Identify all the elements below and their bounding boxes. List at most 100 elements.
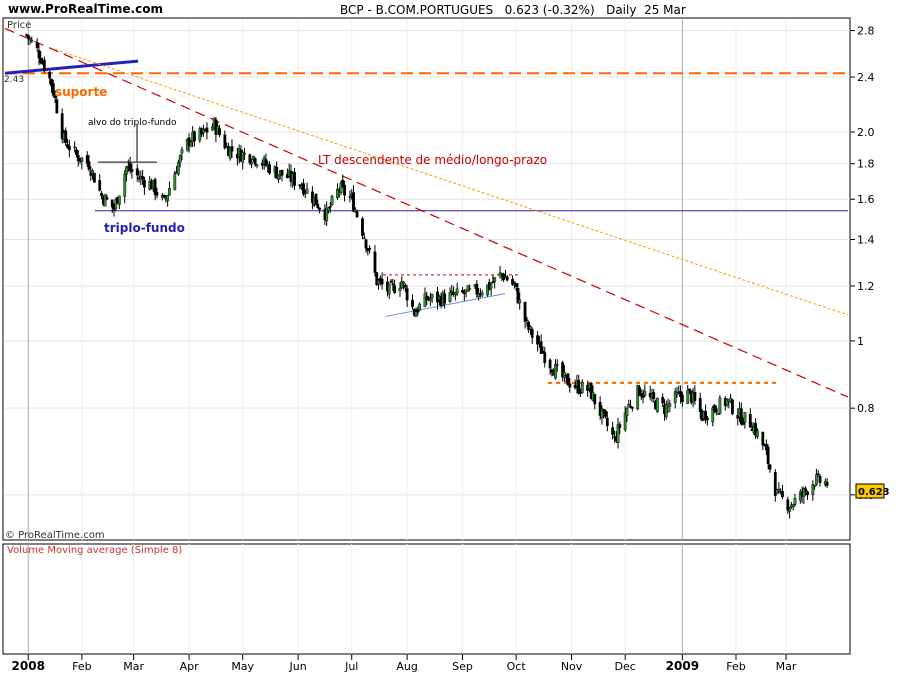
candle-up xyxy=(30,40,34,42)
candle-down xyxy=(523,302,527,322)
candle-up xyxy=(756,430,759,437)
candle-down xyxy=(318,207,321,210)
candle-down xyxy=(135,168,139,176)
candle-up xyxy=(518,299,522,304)
candle-down xyxy=(100,192,103,196)
candle-up xyxy=(178,155,182,163)
candle-down xyxy=(380,278,384,285)
candle-down xyxy=(193,131,196,142)
candle-down xyxy=(348,196,352,198)
candle-down xyxy=(205,127,209,133)
candle-up xyxy=(28,38,32,40)
copyright: © ProRealTime.com xyxy=(5,530,105,541)
candle-down xyxy=(514,282,518,287)
candle-up xyxy=(117,195,121,205)
candle-up xyxy=(493,277,497,282)
candle-down xyxy=(67,145,71,151)
candle-down xyxy=(618,424,622,428)
candle-down xyxy=(105,197,109,200)
candle-down xyxy=(253,158,257,165)
candle-down xyxy=(705,418,709,420)
candle-up xyxy=(716,413,720,415)
x-tick-label: 2008 xyxy=(12,659,45,673)
candle-down xyxy=(804,488,808,492)
candle-up xyxy=(686,390,690,405)
candle-down xyxy=(64,130,68,144)
candle-up xyxy=(580,381,584,394)
candle-down xyxy=(268,164,271,174)
x-tick-label: Feb xyxy=(726,660,745,673)
candle-down xyxy=(731,399,734,415)
candle-down xyxy=(393,285,397,294)
x-tick-label: Jul xyxy=(344,660,358,673)
candle-down xyxy=(461,290,464,293)
candle-up xyxy=(402,281,405,284)
volume-panel[interactable] xyxy=(2,543,851,655)
x-tick-label: Feb xyxy=(72,660,91,673)
candle-up xyxy=(718,397,722,414)
x-tick-label: Dec xyxy=(615,660,636,673)
y-tick-label: 1.8 xyxy=(857,158,875,171)
candle-up xyxy=(625,408,629,416)
candle-down xyxy=(748,413,752,428)
lt-label: LT descendente de médio/longo-prazo xyxy=(318,153,547,167)
candle-down xyxy=(98,180,102,191)
candle-up xyxy=(327,207,330,212)
candle-up xyxy=(398,287,402,291)
candle-down xyxy=(355,211,359,217)
candle-up xyxy=(428,298,432,301)
y-tick-label: 2.0 xyxy=(857,126,875,139)
candle-down xyxy=(389,280,393,283)
alvo-label: alvo do triplo-fundo xyxy=(88,118,177,128)
candle-down xyxy=(364,239,368,249)
candle-down xyxy=(543,352,547,363)
x-tick-label: Sep xyxy=(452,660,473,673)
price-chart[interactable]: 0.60.811.21.41.61.82.02.42.8 2008FebMarA… xyxy=(0,0,900,700)
candle-down xyxy=(373,251,377,273)
candle-up xyxy=(80,157,84,162)
candle-up xyxy=(555,364,559,366)
candle-down xyxy=(781,491,784,498)
candle-up xyxy=(430,294,434,298)
volume-label: Volume Moving average (Simple 8) xyxy=(7,545,182,556)
x-tick-label: Apr xyxy=(180,660,200,673)
candle-down xyxy=(761,431,765,446)
candle-down xyxy=(141,176,145,180)
candle-down xyxy=(37,50,41,59)
candle-up xyxy=(643,391,647,396)
candle-down xyxy=(739,408,743,425)
candle-down xyxy=(48,71,52,79)
candle-up xyxy=(180,149,184,154)
price-panel[interactable] xyxy=(2,17,851,541)
candle-down xyxy=(462,292,466,294)
candle-down xyxy=(352,192,355,212)
candle-down xyxy=(35,42,39,48)
candle-up xyxy=(91,170,94,174)
candle-down xyxy=(825,481,829,486)
candle-down xyxy=(143,180,146,188)
candle-up xyxy=(387,283,391,295)
candle-down xyxy=(680,394,684,403)
x-tick-label: Mar xyxy=(776,660,797,673)
candle-down xyxy=(605,417,609,427)
candle-up xyxy=(123,173,127,197)
x-tick-label: 2009 xyxy=(666,659,699,673)
candle-up xyxy=(448,292,452,302)
candle-up xyxy=(173,173,177,191)
candle-down xyxy=(550,369,554,373)
candle-down xyxy=(343,184,346,196)
x-tick-label: Aug xyxy=(396,660,417,673)
candle-up xyxy=(793,498,797,505)
candle-down xyxy=(280,169,284,176)
start-value-tag: 2.43 xyxy=(4,75,24,85)
candle-down xyxy=(218,128,221,136)
price-label: Price xyxy=(7,20,31,31)
candle-down xyxy=(766,447,770,465)
y-tick-label: 1 xyxy=(857,335,864,348)
candle-up xyxy=(655,398,659,412)
y-axis: 0.60.811.21.41.61.82.02.42.8 xyxy=(850,25,875,502)
x-tick-label: Jun xyxy=(289,660,307,673)
candle-up xyxy=(166,195,170,202)
candle-down xyxy=(155,191,159,196)
y-tick-label: 0.8 xyxy=(857,402,875,415)
